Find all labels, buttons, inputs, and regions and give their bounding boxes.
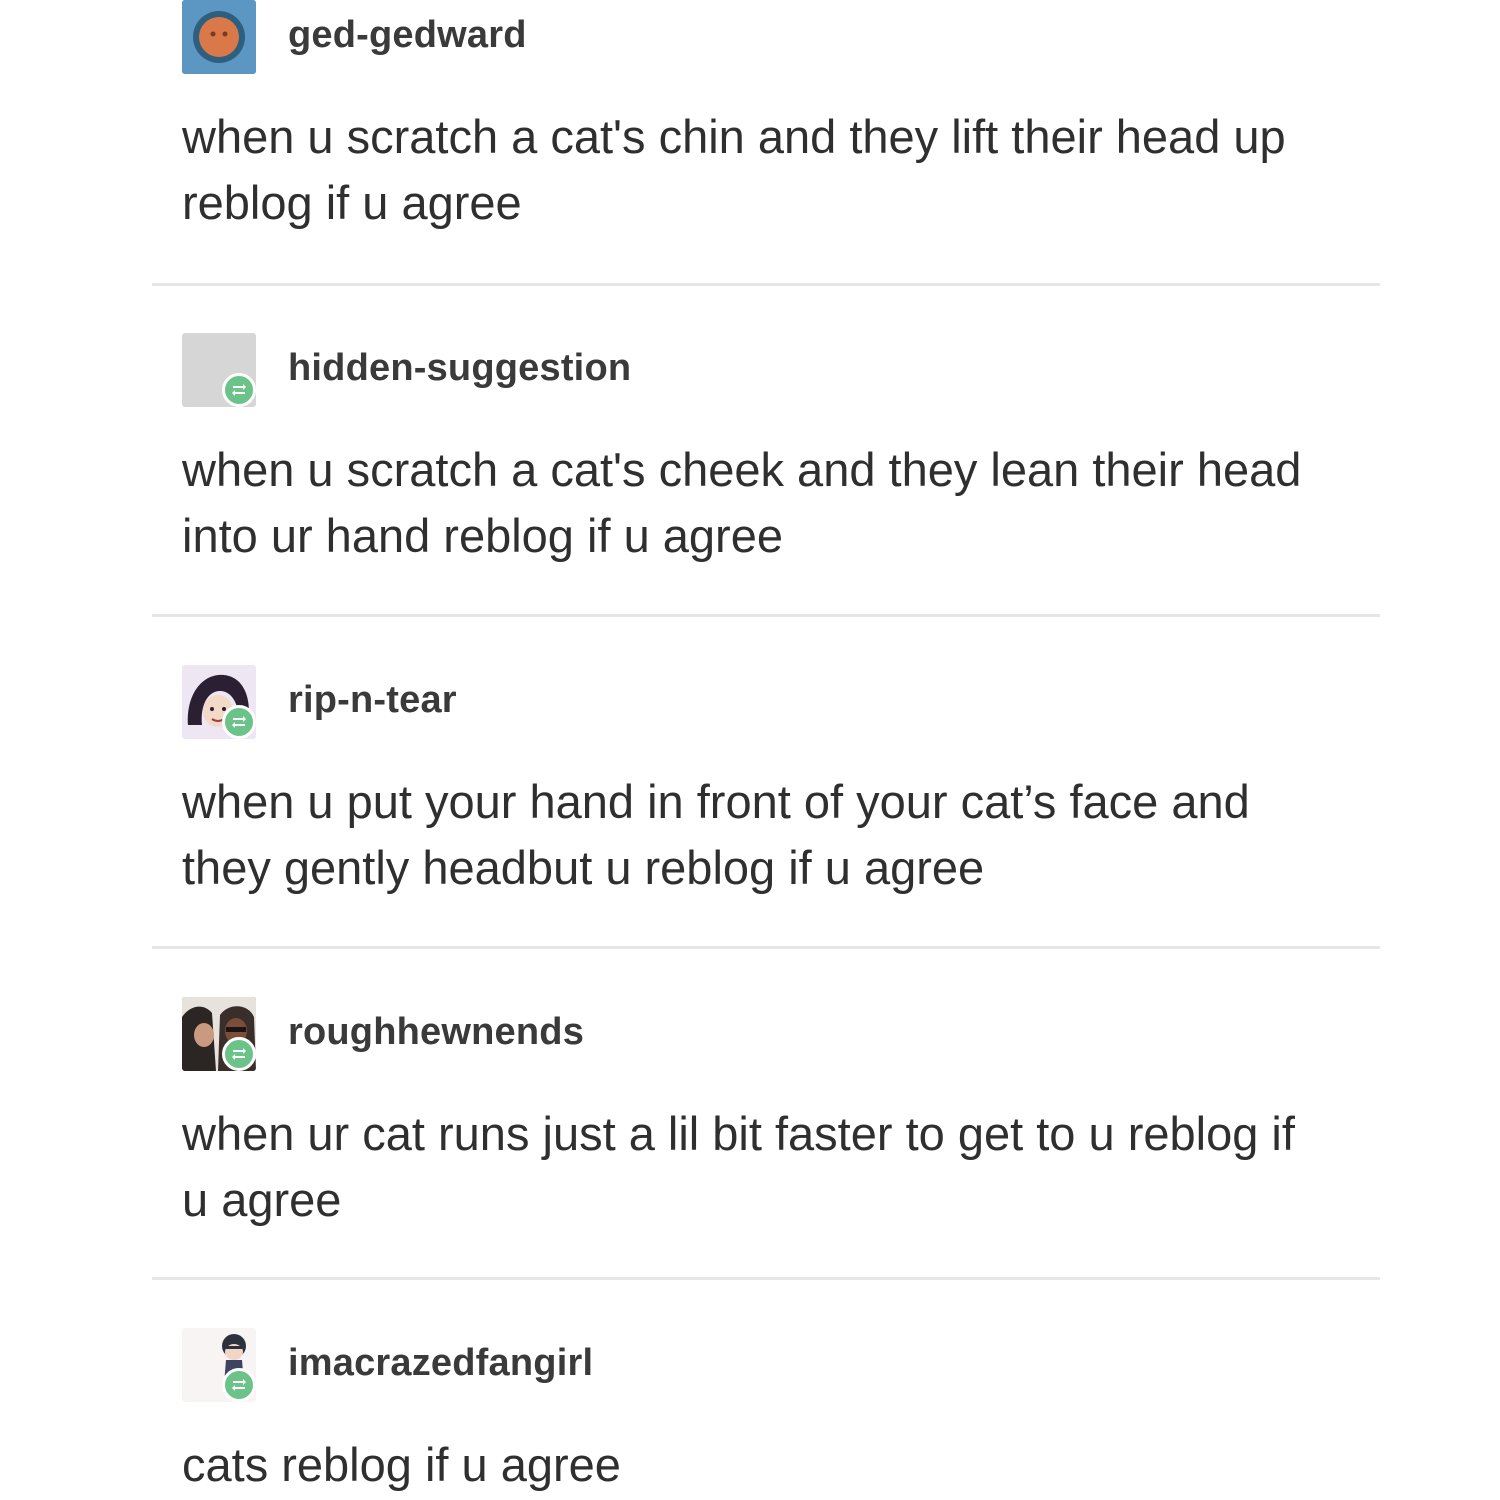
reblog-icon [222, 705, 256, 739]
post-line: when ur cat runs just a lil bit faster t… [182, 1107, 1295, 1160]
post-divider [152, 1277, 1380, 1280]
post-text: when u scratch a cat's cheek and they le… [182, 437, 1362, 569]
post-line: cats reblog if u agree [182, 1438, 621, 1491]
post-ged-gedward: ged-gedward when u scratch a cat's chin … [182, 0, 1382, 236]
reblog-icon [222, 1037, 256, 1071]
post-header: ged-gedward [182, 0, 1382, 78]
post-header: roughhewnends [182, 997, 1382, 1075]
reblog-icon [222, 1368, 256, 1402]
reblog-icon [222, 373, 256, 407]
post-text: when u scratch a cat's chin and they lif… [182, 104, 1362, 236]
post-imacrazedfangirl: imacrazedfangirl cats reblog if u agree [182, 1328, 1382, 1498]
post-line: reblog if u agree [182, 176, 522, 229]
post-hidden-suggestion: hidden-suggestion when u scratch a cat's… [182, 333, 1382, 569]
post-line: when u scratch a cat's cheek and they le… [182, 443, 1302, 496]
post-line: when u put your hand in front of your ca… [182, 775, 1250, 828]
orange-circle-avatar-icon[interactable] [182, 0, 256, 74]
username[interactable]: roughhewnends [288, 1011, 584, 1054]
post-header: hidden-suggestion [182, 333, 1382, 411]
post-text: when ur cat runs just a lil bit faster t… [182, 1101, 1362, 1233]
post-roughhewnends: roughhewnends when ur cat runs just a li… [182, 997, 1382, 1233]
post-line: into ur hand reblog if u agree [182, 509, 783, 562]
post-header: imacrazedfangirl [182, 1328, 1382, 1406]
username[interactable]: hidden-suggestion [288, 347, 631, 390]
post-divider [152, 614, 1380, 617]
post-line: they gently headbut u reblog if u agree [182, 841, 985, 894]
post-divider [152, 946, 1380, 949]
post-text: cats reblog if u agree [182, 1432, 1362, 1498]
username[interactable]: imacrazedfangirl [288, 1342, 593, 1385]
post-divider [152, 283, 1380, 286]
post-line: when u scratch a cat's chin and they lif… [182, 110, 1286, 163]
post-text: when u put your hand in front of your ca… [182, 769, 1362, 901]
post-header: rip-n-tear [182, 665, 1382, 743]
post-rip-n-tear: rip-n-tear when u put your hand in front… [182, 665, 1382, 901]
post-line: u agree [182, 1173, 342, 1226]
username[interactable]: rip-n-tear [288, 679, 457, 722]
username[interactable]: ged-gedward [288, 14, 527, 57]
